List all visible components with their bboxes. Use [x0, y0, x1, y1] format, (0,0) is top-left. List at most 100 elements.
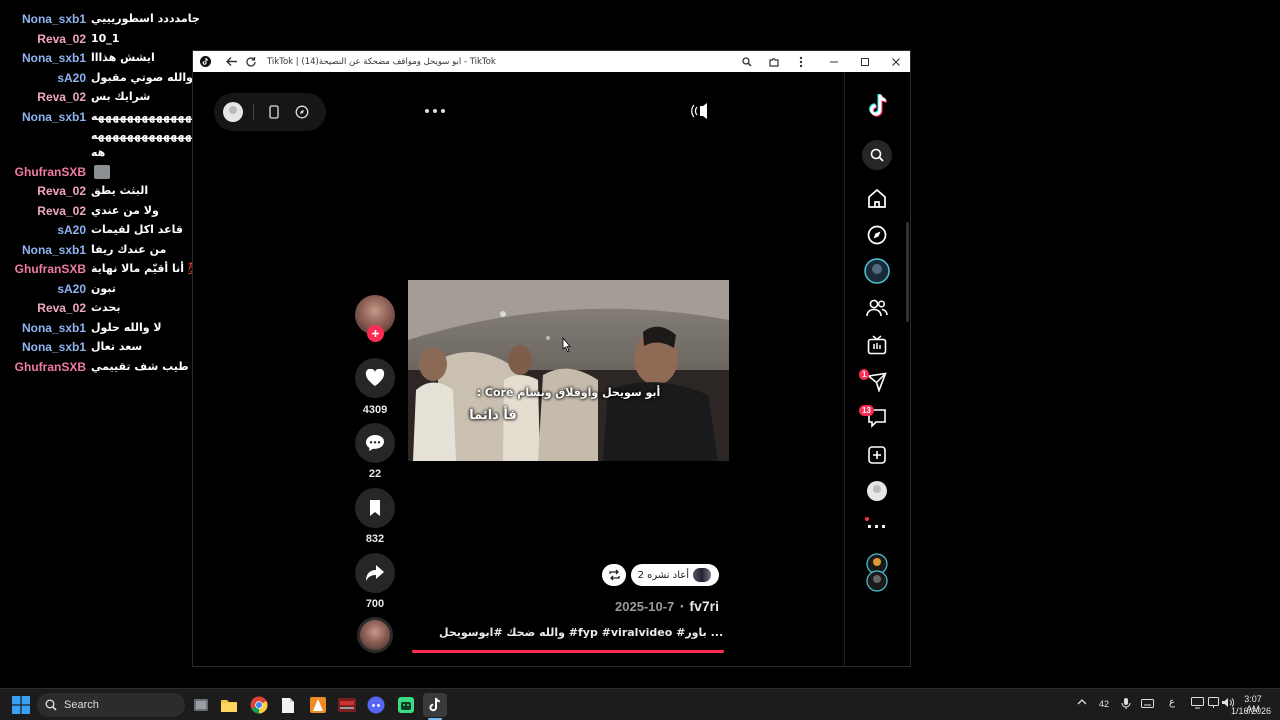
friends-icon[interactable] [864, 295, 890, 321]
search-placeholder: Search [64, 699, 99, 711]
following-avatar-icon[interactable] [864, 258, 890, 284]
home-icon[interactable] [864, 185, 890, 211]
chat-message: sA20 قاعد اكل لقيمات [0, 220, 183, 239]
input-language[interactable]: ع [1169, 697, 1175, 708]
upload-plus-icon[interactable] [864, 442, 890, 468]
video-frame-image [408, 280, 729, 461]
obs-recorder-icon[interactable] [335, 693, 359, 717]
share-button[interactable] [355, 553, 395, 593]
android-app-icon[interactable] [394, 693, 418, 717]
chat-text: من عندك ريفا [91, 243, 167, 256]
zoom-icon[interactable] [735, 51, 759, 72]
avatar-icon[interactable] [219, 98, 247, 126]
chat-username: Reva_02 [37, 31, 86, 46]
chat-text: البثث يطق [91, 184, 149, 197]
menu-dots-icon[interactable] [789, 51, 813, 72]
post-description[interactable]: والله ضحك #ابوسويحل #fyp #viralvideo #با… [439, 626, 723, 639]
keyboard-icon[interactable] [1141, 699, 1154, 711]
chat-username: Nona_sxb1 [21, 50, 86, 65]
comment-count: 22 [368, 468, 382, 480]
search-icon [45, 699, 57, 711]
tray-chevron-icon[interactable] [1077, 698, 1087, 709]
chat-message: Nona_sxb1 جامدددد اسطوريييي [0, 9, 200, 28]
heart-icon [365, 369, 385, 386]
author-username[interactable]: fv7ri [689, 598, 719, 614]
chat-message: sA20 تبون [0, 279, 116, 298]
chat-message: Reva_02 10_1 [0, 29, 119, 48]
bookmark-icon [370, 500, 380, 516]
taskbar-search[interactable]: Search [37, 693, 185, 717]
maximize-icon[interactable] [853, 51, 877, 72]
volume-icon[interactable] [691, 103, 713, 119]
reposted-pill[interactable]: 2 أعاد نشره [631, 564, 719, 586]
close-icon[interactable] [884, 51, 908, 72]
chat-username: GhufranSXB [14, 261, 86, 276]
repost-avatars [693, 568, 711, 582]
discord-icon[interactable] [364, 693, 388, 717]
profile-avatar-icon[interactable] [864, 478, 890, 504]
chat-username: Nona_sxb1 [21, 11, 86, 26]
video-player[interactable]: أبو سويحل واوفلاق وبسام Core : فأ دائما [408, 280, 729, 461]
tiktok-sidebar: 1 13 ··· [844, 72, 910, 666]
windows-start-icon[interactable] [9, 693, 33, 717]
chat-message: sA20 والله صوتي مقبول [0, 68, 193, 87]
phone-icon[interactable] [260, 98, 288, 126]
chat-text: 10_1 [91, 32, 120, 45]
sidebar-scrollbar[interactable] [906, 222, 909, 322]
tiktok-taskbar-icon[interactable] [423, 693, 447, 717]
tiktok-logo-icon[interactable] [864, 92, 892, 120]
file-explorer-icon[interactable] [217, 693, 241, 717]
document-icon[interactable] [276, 693, 300, 717]
chat-message: Reva_02 شرايك بس [0, 87, 150, 106]
extensions-icon[interactable] [762, 51, 786, 72]
temperature-value[interactable]: 42 [1099, 699, 1109, 709]
live-tv-icon[interactable] [864, 332, 890, 358]
chat-text: جامدددد اسطوريييي [91, 12, 200, 25]
chat-text: بحدث [91, 301, 121, 314]
chat-username: Nona_sxb1 [21, 339, 86, 354]
chat-message: GhufranSXB طيب شف تقييمي [0, 357, 208, 376]
reload-icon[interactable] [241, 51, 261, 72]
explore-compass-icon[interactable] [864, 222, 890, 248]
post-date: 2025-10-7 [615, 599, 675, 614]
chat-text: شرايك بس [91, 90, 151, 103]
like-button[interactable] [355, 358, 395, 398]
save-button[interactable] [355, 488, 395, 528]
display-icon[interactable] [1191, 697, 1204, 712]
chat-username: Reva_02 [37, 183, 86, 198]
follow-plus-button[interactable] [367, 325, 384, 342]
meta-separator: · [679, 600, 685, 615]
chat-message: Nona_sxb1 سعد تعال [0, 337, 142, 356]
repost-icon [608, 569, 620, 581]
chat-username: sA20 [57, 222, 86, 237]
share-count: 700 [365, 598, 385, 610]
compass-icon[interactable] [288, 98, 316, 126]
tiktok-app-icon [195, 51, 215, 72]
comment-icon [366, 435, 384, 451]
chat-username: Nona_sxb1 [21, 109, 86, 124]
sound-disc-avatar[interactable] [357, 617, 393, 653]
comment-button[interactable] [355, 423, 395, 463]
microphone-icon[interactable] [1121, 697, 1131, 713]
more-options-icon[interactable] [425, 106, 445, 116]
clock-date[interactable]: 1/16/2026 [1229, 706, 1273, 716]
chat-username: GhufranSXB [14, 359, 86, 374]
vlc-app-icon[interactable] [306, 693, 330, 717]
task-view-icon[interactable] [189, 693, 213, 717]
video-caption-line1: أبو سويحل واوفلاق وبسام Core : [476, 386, 661, 399]
window-title: TikTok | أبو سويحل ومواقف مضحكة عن النصي… [267, 56, 496, 67]
chat-username: sA20 [57, 281, 86, 296]
chat-text: تبون [91, 282, 116, 295]
tiktok-window: TikTok | أبو سويحل ومواقف مضحكة عن النصي… [192, 50, 911, 667]
chat-text: لا والله حلول [91, 321, 162, 334]
minimize-icon[interactable] [822, 51, 846, 72]
chrome-icon[interactable] [247, 693, 271, 717]
floating-toolbar [214, 93, 326, 131]
creator-avatar-icon-2[interactable] [864, 568, 890, 594]
chat-message: Nona_sxb1 لا والله حلول [0, 318, 162, 337]
back-arrow-icon[interactable] [221, 51, 241, 72]
network-icon[interactable] [1208, 697, 1219, 712]
repost-icon-button[interactable] [602, 564, 626, 586]
search-button[interactable] [862, 140, 892, 170]
video-progress-bar[interactable] [412, 650, 724, 653]
